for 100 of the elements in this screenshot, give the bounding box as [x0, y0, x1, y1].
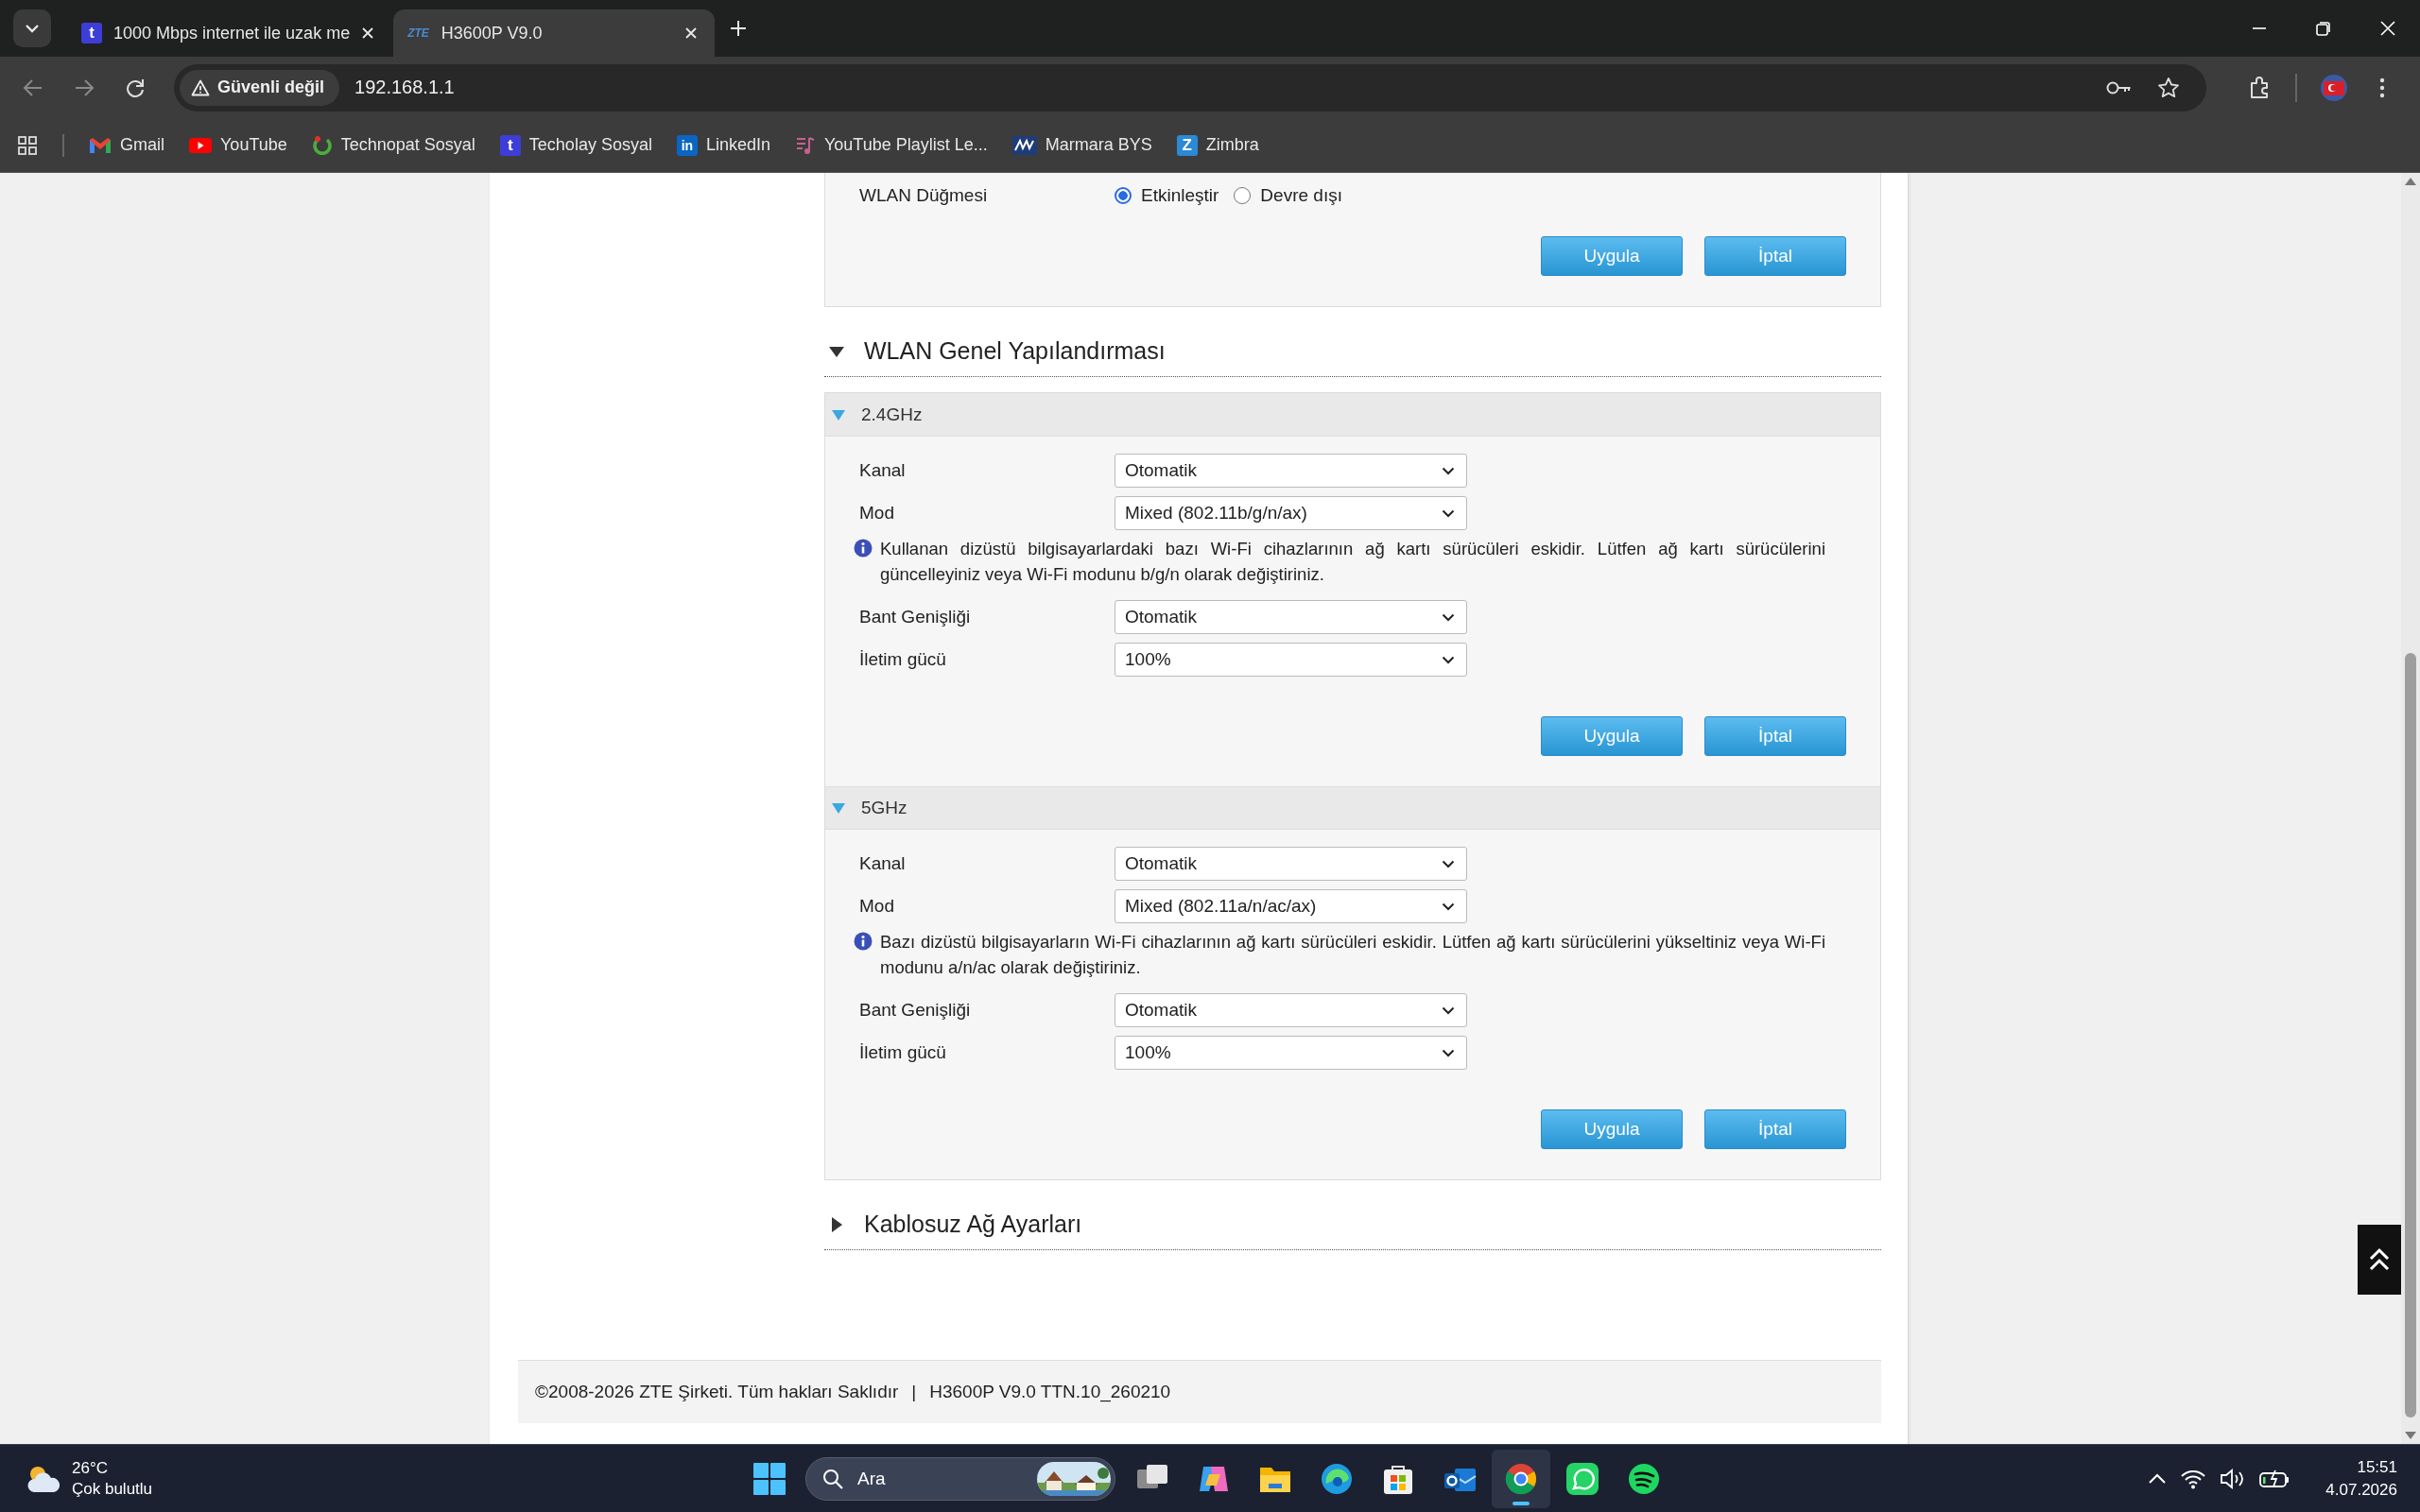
windows-start-icon[interactable] [752, 1461, 786, 1496]
field-label: Kanal [859, 853, 907, 874]
radio-option[interactable]: Devre dışı [1234, 185, 1342, 206]
chevron-down-icon [1442, 1048, 1455, 1057]
caret-icon [831, 801, 846, 815]
field-label: Mod [859, 503, 895, 524]
tab-title: 1000 Mbps internet ile uzak me [113, 23, 351, 43]
browser-tab[interactable]: ZTE H3600P V9.0 [393, 9, 716, 57]
weather-text: Çok bulutlu [72, 1478, 153, 1500]
clock-date[interactable]: 4.07.2026 [2325, 1478, 2397, 1502]
info-icon [854, 932, 873, 951]
letter-logo: t [81, 23, 102, 43]
field-label: Bant Genişliği [859, 1000, 972, 1021]
chevron-down-icon [1442, 655, 1455, 664]
url-text: 192.168.1.1 [354, 77, 455, 98]
chevron-down-icon [1442, 859, 1455, 868]
search-field[interactable]: Ara [805, 1456, 1115, 1501]
letter-logo: in [676, 134, 698, 156]
version-text: H3600P V9.0 TTN.10_260210 [929, 1382, 1171, 1402]
double-chevron-up-icon [2369, 1247, 2390, 1272]
chevron-down-icon [1442, 612, 1455, 622]
close-icon[interactable] [684, 26, 699, 40]
taskbar-app[interactable] [1491, 1449, 1550, 1508]
bookmark[interactable]: t Techolay Sosyal [493, 130, 658, 160]
letter-logo: t [499, 134, 521, 156]
key-icon[interactable] [2106, 79, 2133, 95]
field-label: WLAN Düğmesi [859, 185, 989, 206]
bookmark[interactable]: YouTube [183, 131, 293, 159]
field-label: Bant Genişliği [859, 607, 972, 627]
info-note: Kullanan dizüstü bilgisayarlardaki bazı Wi-Fi cihazlarının ağ kartı sürücüleri eskidir. Lütfen ağ kartı sürücülerini güncelleyiniz veya Wi-Fi modunu b/g/n olarak değiştiriniz. [880, 538, 1825, 586]
dropdown[interactable]: Otomatik [1115, 993, 1467, 1027]
wave-logo-icon [1011, 135, 1037, 155]
section-toggle[interactable]: WLAN Genel Yapılandırması [824, 326, 1881, 377]
band-header[interactable]: 2.4GHz [825, 393, 1880, 437]
info-icon [854, 539, 873, 558]
scrollbar-thumb[interactable] [2405, 653, 2416, 1418]
browser-tab[interactable]: t 1000 Mbps internet ile uzak me [68, 9, 392, 57]
play-icon [189, 136, 212, 154]
back-icon[interactable] [23, 77, 43, 98]
dropdown[interactable]: Mixed (802.11b/g/n/ax) [1115, 496, 1467, 530]
scrollbar[interactable] [2401, 173, 2420, 1444]
radio-button[interactable] [1115, 187, 1132, 204]
radio-button[interactable] [1234, 187, 1252, 204]
dropdown[interactable]: 100% [1115, 643, 1467, 677]
close-icon[interactable] [361, 26, 375, 40]
search-icon [821, 1467, 844, 1490]
chevron-down-icon [25, 24, 40, 33]
field-label: İletim gücü [859, 1042, 947, 1063]
scroll-down-icon[interactable] [2404, 1431, 2417, 1440]
bookmark[interactable]: YouTube Playlist Le... [789, 130, 994, 160]
menu-icon[interactable] [2378, 76, 2386, 99]
bookmark[interactable]: Technopat Sosyal [305, 130, 481, 160]
copyright-text: ©2008-2026 ZTE Şirketi. Tüm hakları Saklıdır [535, 1382, 899, 1402]
dropdown[interactable]: Otomatik [1115, 847, 1467, 881]
bookmark[interactable]: in LinkedIn [670, 130, 776, 160]
gmail-icon [89, 136, 112, 154]
info-note: Bazı dizüstü bilgisayarların Wi-Fi cihazlarının ağ kartı sürücüleri eskidir. Lütfen ağ kartı sürücülerini yükseltiniz veya Wi-Fi modunu a/n/ac olarak değiştiriniz. [880, 931, 1825, 979]
battery-icon[interactable] [2259, 1468, 2290, 1489]
separator-text: | [911, 1382, 917, 1402]
field-label: Kanal [859, 460, 907, 481]
warning-icon [191, 78, 210, 96]
bookmark[interactable]: Z Zimbra [1170, 130, 1265, 160]
tab-search-button[interactable] [13, 9, 51, 47]
chat-icon [1564, 1460, 1600, 1497]
letter-logo: ZTE [406, 26, 430, 42]
bookmark[interactable]: Gmail [83, 131, 170, 159]
wifi-icon[interactable] [2180, 1468, 2207, 1489]
temperature-text: 26°C [72, 1457, 109, 1479]
chevron-up-icon[interactable] [2148, 1472, 2168, 1485]
scroll-up-icon[interactable] [2404, 177, 2417, 186]
dropdown[interactable]: Otomatik [1115, 600, 1467, 634]
chevron-down-icon [1442, 466, 1455, 475]
letter-logo: Z [1176, 134, 1198, 156]
ring-icon [311, 134, 333, 156]
music-note-icon [795, 134, 816, 156]
forward-icon[interactable] [74, 77, 95, 98]
reload-icon[interactable] [125, 77, 146, 98]
chevron-down-icon [1442, 1005, 1455, 1015]
field-label: İletim gücü [859, 649, 947, 670]
clock-time[interactable]: 15:51 [2357, 1455, 2397, 1479]
back-to-top-button[interactable] [2358, 1225, 2401, 1295]
dropdown[interactable]: 100% [1115, 1036, 1467, 1070]
band-header[interactable]: 5GHz [825, 786, 1880, 830]
chevron-down-icon [1442, 508, 1455, 518]
bookmark[interactable]: Marmara BYS [1006, 131, 1158, 159]
dropdown[interactable]: Otomatik [1115, 454, 1467, 488]
plus-icon[interactable] [730, 20, 748, 37]
field-label: Mod [859, 896, 895, 917]
radio-option[interactable]: Etkinleştir [1115, 185, 1219, 206]
address-bar[interactable]: Güvenli değil 192.168.1.1 [174, 63, 2206, 112]
security-chip[interactable]: Güvenli değil [180, 69, 340, 106]
tab-title: H3600P V9.0 [441, 23, 544, 43]
restore-icon[interactable] [2315, 20, 2332, 37]
section-toggle[interactable]: Kablosuz Ağ Ayarları [824, 1199, 1881, 1250]
caret-icon [831, 407, 846, 421]
dropdown[interactable]: Mixed (802.11a/n/ac/ax) [1115, 889, 1467, 923]
star-icon[interactable] [2157, 76, 2180, 99]
apps-grid-icon[interactable] [17, 134, 38, 156]
chevron-down-icon [1442, 902, 1455, 911]
avatar-icon[interactable] [2320, 73, 2348, 102]
